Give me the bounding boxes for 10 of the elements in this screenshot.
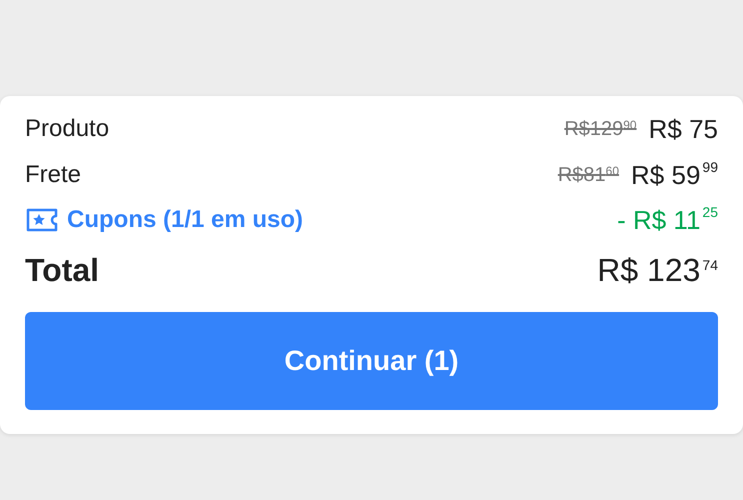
continue-button[interactable]: Continuar (1) (25, 312, 718, 410)
discount-price: - R$ 11$^{25}$ (617, 203, 718, 236)
row-label: Frete (25, 160, 82, 190)
row-label: Produto (25, 114, 110, 144)
coupon-icon (25, 208, 59, 232)
coupons-link[interactable]: Cupons (1/1 em uso) (25, 202, 304, 238)
total-label: Total (25, 251, 100, 290)
total-price: R$ 123$^{74}$ (597, 251, 718, 290)
price: R$ 75 (648, 112, 718, 146)
price: R$ 59$^{99}$ (631, 158, 718, 192)
